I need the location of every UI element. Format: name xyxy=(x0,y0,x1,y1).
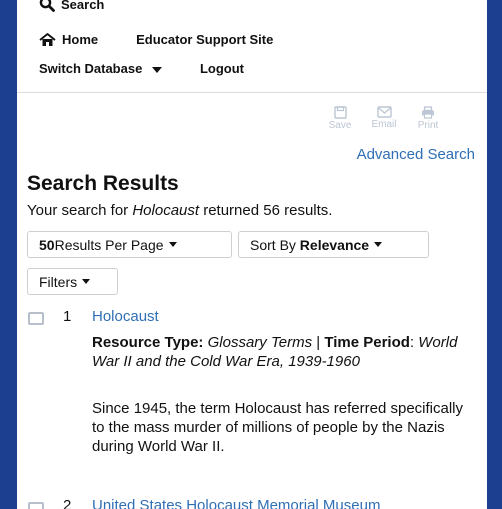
home-link[interactable]: Home xyxy=(62,32,98,47)
advanced-search-link[interactable]: Advanced Search xyxy=(357,146,475,163)
nav-links-row: Home Educator Support Site xyxy=(39,32,273,47)
print-label: Print xyxy=(417,120,439,131)
caret-down-icon xyxy=(151,66,162,73)
app-frame: Search Home Educator Support Site Switch… xyxy=(17,0,487,509)
print-button[interactable]: Print xyxy=(406,106,450,131)
search-link-label: Search xyxy=(61,0,105,12)
save-button[interactable]: Save xyxy=(318,106,362,131)
caret-down-icon xyxy=(374,242,383,247)
email-label: Email xyxy=(371,119,397,130)
top-nav: Search Home Educator Support Site Switch… xyxy=(17,0,487,93)
search-summary: Your search for Holocaust returned 56 re… xyxy=(27,202,333,219)
nav-search[interactable]: Search xyxy=(39,0,104,12)
sort-prefix: Sort By xyxy=(250,236,300,253)
search-icon xyxy=(39,0,55,12)
search-term: Holocaust xyxy=(132,202,200,219)
home-icon xyxy=(39,32,56,46)
per-page-label: Results Per Page xyxy=(54,236,164,253)
result-title-link[interactable]: United States Holocaust Memorial Museum xyxy=(92,497,380,509)
per-page-value: 50 xyxy=(39,236,55,253)
caret-down-icon xyxy=(82,279,91,284)
result-description: Since 1945, the term Holocaust has refer… xyxy=(92,400,464,455)
filters-dropdown[interactable]: Filters xyxy=(27,268,118,295)
result-number: 2 xyxy=(63,497,72,509)
results-per-page-dropdown[interactable]: 50 Results Per Page xyxy=(27,231,232,258)
logout-link[interactable]: Logout xyxy=(200,61,244,76)
switch-database-dropdown[interactable]: Switch Database xyxy=(39,61,162,76)
save-label: Save xyxy=(328,120,352,131)
page-title: Search Results xyxy=(27,172,179,195)
nav-links-row-2: Switch Database Logout xyxy=(39,61,244,76)
result-title-link[interactable]: Holocaust xyxy=(92,308,159,325)
sort-value: Relevance xyxy=(299,236,370,253)
filters-label: Filters xyxy=(39,273,78,290)
educator-support-link[interactable]: Educator Support Site xyxy=(136,32,273,47)
result-checkbox[interactable] xyxy=(28,312,44,325)
result-number: 1 xyxy=(63,308,72,325)
caret-down-icon xyxy=(168,242,177,247)
sort-by-dropdown[interactable]: Sort By Relevance xyxy=(238,231,429,258)
save-icon xyxy=(333,106,347,119)
result-toolbar: Save Email Print xyxy=(318,106,450,131)
result-metadata: Resource Type: Glossary Terms | Time Per… xyxy=(92,334,458,370)
email-button[interactable]: Email xyxy=(362,106,406,131)
envelope-icon xyxy=(376,106,392,118)
printer-icon xyxy=(422,106,434,119)
switch-database-label: Switch Database xyxy=(39,61,143,76)
result-checkbox[interactable] xyxy=(28,502,44,509)
